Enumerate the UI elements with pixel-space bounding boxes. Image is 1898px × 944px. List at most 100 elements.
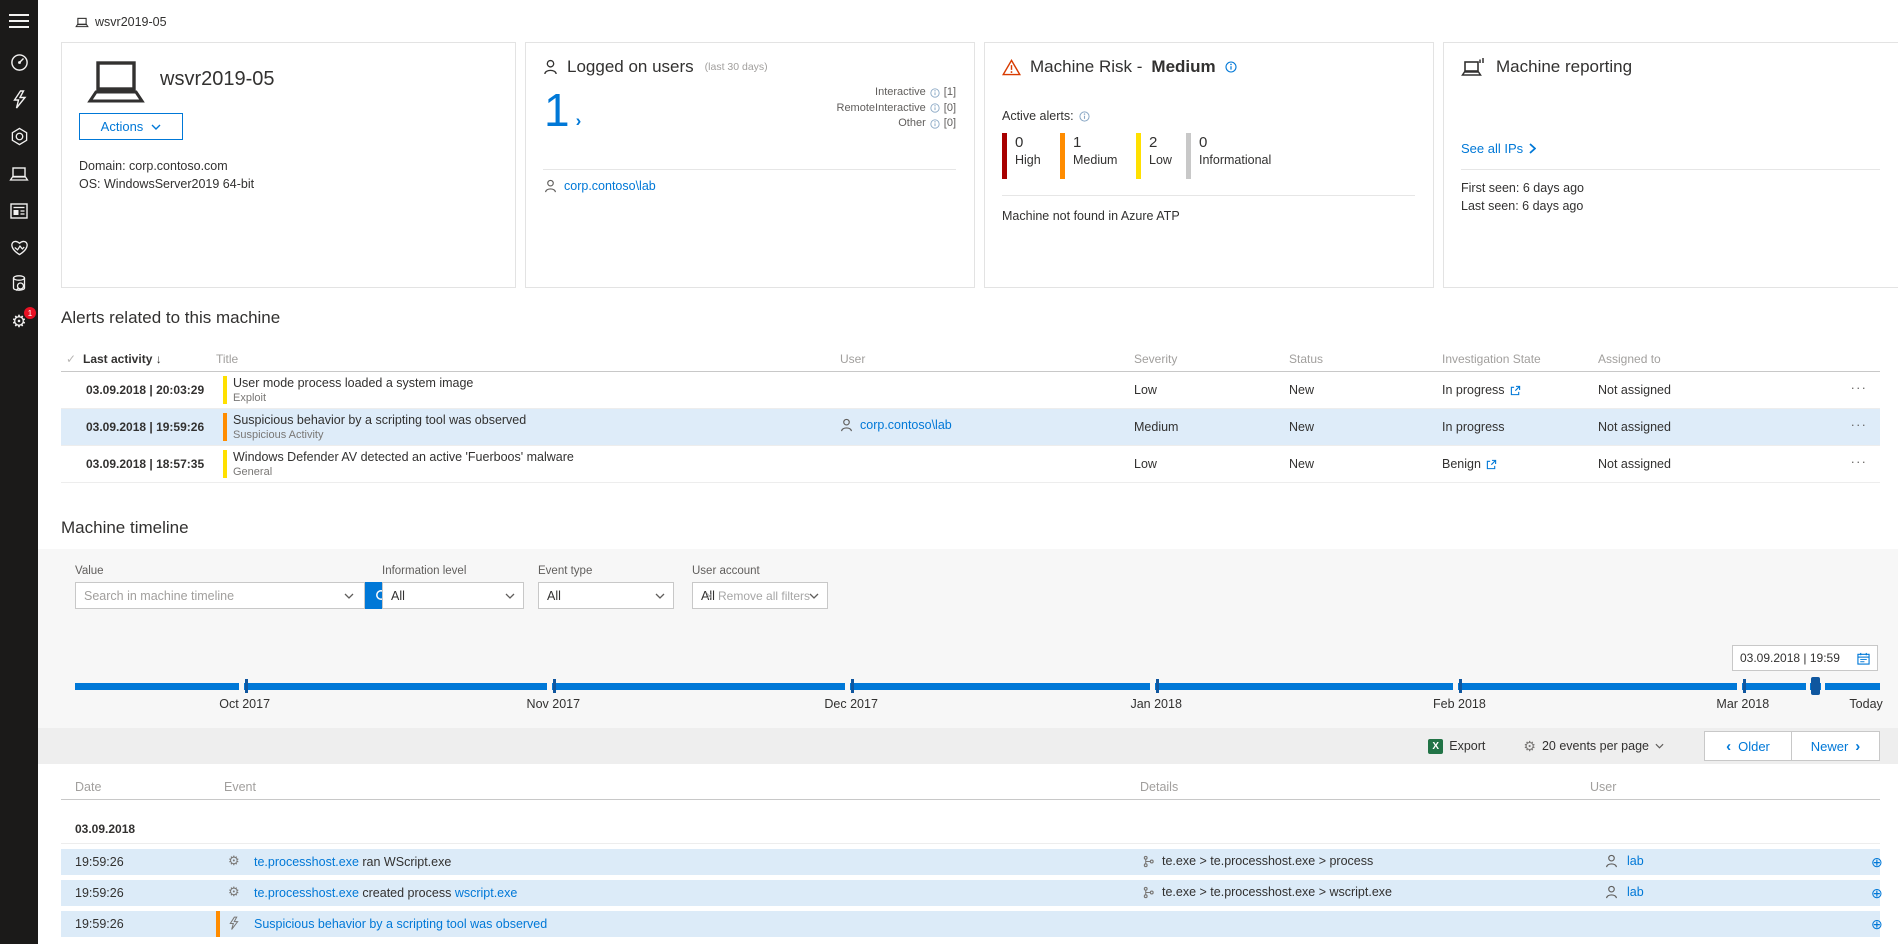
sidebar-item-settings[interactable]: ⚙ 1 — [0, 303, 38, 340]
stat-value: [1] — [944, 85, 956, 101]
col-assigned-to[interactable]: Assigned to — [1598, 352, 1661, 366]
alert-count-medium: 1 Medium — [1060, 133, 1126, 179]
sidebar-item-machines-list[interactable] — [0, 155, 38, 192]
more-actions-button[interactable]: ... — [1851, 415, 1867, 429]
thumb-gap — [1821, 683, 1825, 690]
alert-title[interactable]: Suspicious behavior by a scripting tool … — [233, 413, 526, 428]
info-icon[interactable] — [1079, 111, 1090, 122]
process-chain: te.exe > te.processhost.exe > wscript.ex… — [1162, 885, 1392, 899]
event-type-select[interactable]: All — [538, 582, 674, 609]
alert-user-link[interactable]: corp.contoso\lab — [860, 418, 952, 432]
user-link[interactable]: corp.contoso\lab — [564, 179, 656, 193]
col-severity[interactable]: Severity — [1134, 352, 1177, 366]
alert-event-link[interactable]: Suspicious behavior by a scripting tool … — [254, 917, 547, 931]
sidebar-item-automated-investigations[interactable] — [0, 118, 38, 155]
event-row[interactable]: 19:59:26 ⚙ te.processhost.exe ran WScrip… — [61, 849, 1880, 875]
col-title[interactable]: Title — [216, 352, 238, 366]
older-button[interactable]: ‹Older — [1705, 732, 1792, 760]
group-date: 03.09.2018 — [75, 822, 135, 836]
card-subtitle: (last 30 days) — [705, 61, 768, 73]
lightning-icon — [12, 90, 27, 109]
event-text: created process — [359, 886, 455, 900]
remove-all-filters-button[interactable]: × Remove all filters — [706, 589, 810, 603]
tick-gap — [239, 683, 244, 690]
event-user-link[interactable]: lab — [1627, 854, 1644, 868]
expand-event-icon[interactable]: ⊕ — [1871, 854, 1883, 871]
count: 2 — [1149, 133, 1172, 153]
info-icon[interactable] — [930, 103, 940, 113]
timeline-date-picker[interactable]: 03.09.2018 | 19:59 — [1732, 645, 1878, 671]
more-actions-button[interactable]: ... — [1851, 378, 1867, 392]
select-all-checkbox[interactable]: ✓ — [66, 352, 76, 366]
dashboard-icon — [10, 53, 29, 72]
event-row[interactable]: 19:59:26 ⚙ te.processhost.exe created pr… — [61, 880, 1880, 906]
label: Medium — [1073, 153, 1117, 167]
alert-time: 03.09.2018 | 18:57:35 — [86, 457, 204, 471]
process-gear-icon: ⚙ — [228, 884, 240, 900]
stat-value: [0] — [944, 116, 956, 132]
timeline-search-box — [75, 582, 365, 609]
alert-row[interactable]: 03.09.2018 | 18:57:35 Windows Defender A… — [61, 446, 1880, 483]
older-label: Older — [1738, 739, 1770, 754]
col-user[interactable]: User — [840, 352, 865, 366]
newer-button[interactable]: Newer› — [1792, 732, 1879, 760]
logged-on-users-count[interactable]: 1 › — [544, 87, 581, 133]
col-details[interactable]: Details — [1140, 780, 1178, 794]
info-icon[interactable] — [930, 88, 940, 98]
col-last-activity[interactable]: Last activity ↓ — [83, 352, 162, 366]
events-per-page-select[interactable]: ⚙ 20 events per page — [1523, 739, 1664, 753]
event-row-alert[interactable]: 19:59:26 Suspicious behavior by a script… — [61, 911, 1880, 937]
col-user[interactable]: User — [1590, 780, 1616, 794]
alert-time: 03.09.2018 | 20:03:29 — [86, 383, 204, 397]
process-link[interactable]: te.processhost.exe — [254, 886, 359, 900]
sidebar-item-menu[interactable] — [0, 0, 38, 42]
thumb-gap — [1806, 683, 1810, 690]
info-icon[interactable] — [930, 119, 940, 129]
timeline-track[interactable] — [75, 683, 1880, 690]
expand-event-icon[interactable]: ⊕ — [1871, 885, 1883, 902]
month-label: Nov 2017 — [527, 697, 581, 711]
col-status[interactable]: Status — [1289, 352, 1323, 366]
alerts-section-title: Alerts related to this machine — [61, 308, 1880, 328]
alert-title[interactable]: Windows Defender AV detected an active '… — [233, 450, 574, 465]
alert-count-low: 2 Low — [1136, 133, 1176, 179]
sidebar-item-service-health[interactable] — [0, 192, 38, 229]
alert-row[interactable]: 03.09.2018 | 20:03:29 User mode process … — [61, 372, 1880, 409]
month-tick — [1459, 679, 1462, 693]
open-investigation-icon[interactable] — [1486, 459, 1497, 470]
news-icon — [10, 203, 28, 219]
laptop-icon — [86, 59, 146, 105]
alert-severity: Medium — [1134, 420, 1178, 434]
export-button[interactable]: X Export — [1428, 739, 1485, 754]
alert-row[interactable]: 03.09.2018 | 19:59:26 Suspicious behavio… — [61, 409, 1880, 446]
more-actions-button[interactable]: ... — [1851, 452, 1867, 466]
investigation-state: In progress — [1442, 383, 1505, 397]
user-icon — [1605, 854, 1618, 868]
alert-title[interactable]: User mode process loaded a system image — [233, 376, 473, 391]
timeline-slider-thumb[interactable] — [1811, 677, 1820, 695]
col-event[interactable]: Event — [224, 780, 256, 794]
alert-status: New — [1289, 420, 1314, 434]
timeline-search-input[interactable] — [84, 589, 338, 603]
user-icon — [544, 179, 557, 193]
event-user-link[interactable]: lab — [1627, 885, 1644, 899]
col-investigation-state[interactable]: Investigation State — [1442, 352, 1541, 366]
event-text: ran WScript.exe — [359, 855, 451, 869]
process-link[interactable]: te.processhost.exe — [254, 855, 359, 869]
events-section: Date Event Details User 03.09.2018 19:59… — [61, 778, 1880, 937]
chevron-down-icon[interactable] — [344, 593, 354, 599]
see-all-ips-link[interactable]: See all IPs — [1461, 141, 1536, 156]
process-link[interactable]: wscript.exe — [455, 886, 518, 900]
sidebar-item-alerts-queue[interactable] — [0, 81, 38, 118]
open-investigation-icon[interactable] — [1510, 385, 1521, 396]
close-icon: × — [706, 589, 713, 603]
sidebar-item-secure-score[interactable] — [0, 229, 38, 266]
sidebar-item-dashboards[interactable] — [0, 44, 38, 81]
info-icon[interactable] — [1225, 61, 1237, 73]
sidebar-item-advanced-hunting[interactable] — [0, 266, 38, 303]
information-level-select[interactable]: All — [382, 582, 524, 609]
severity-bar-medium — [1060, 133, 1065, 179]
expand-event-icon[interactable]: ⊕ — [1871, 916, 1883, 933]
actions-button[interactable]: Actions — [79, 113, 183, 140]
col-date[interactable]: Date — [75, 780, 101, 794]
